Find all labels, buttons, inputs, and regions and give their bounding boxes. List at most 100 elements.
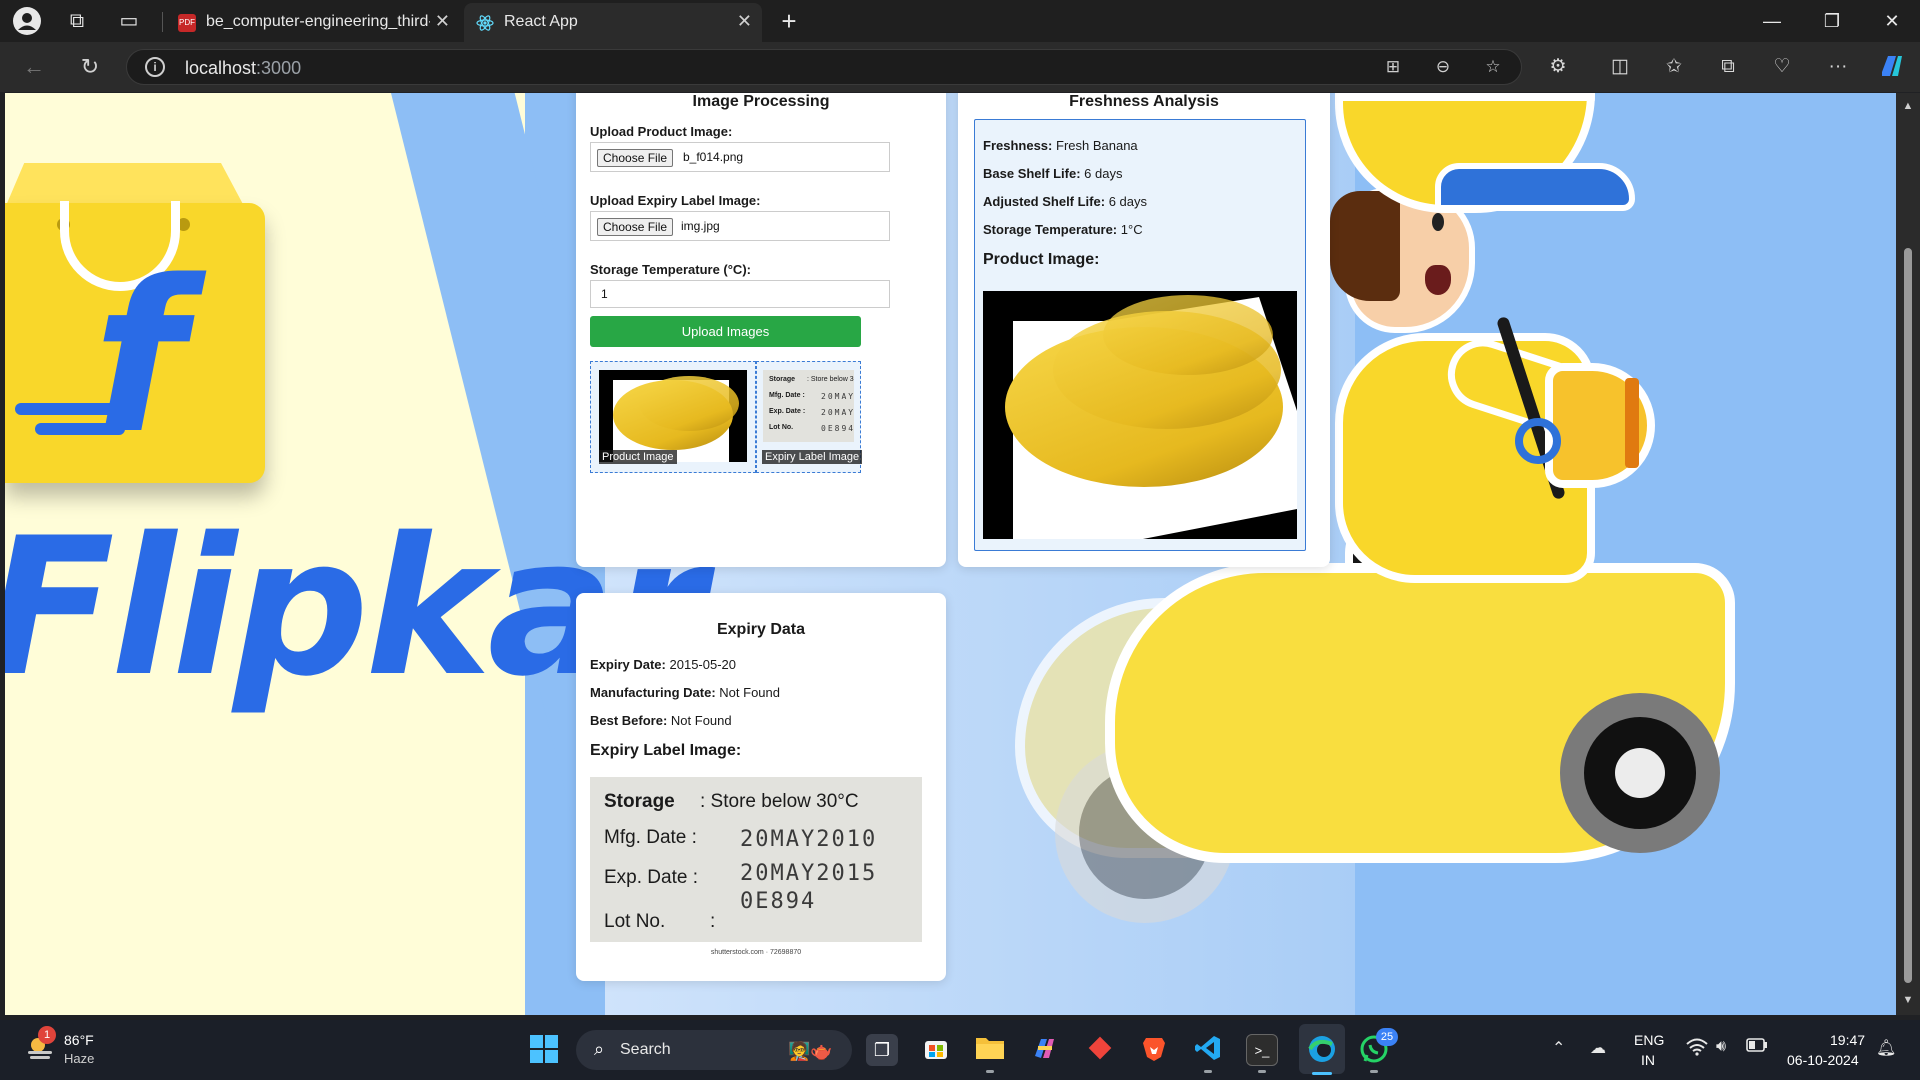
favorite-star-icon[interactable]: ☆ bbox=[1479, 55, 1507, 79]
favorites-icon[interactable]: ✩ bbox=[1656, 52, 1692, 82]
choose-file-button[interactable]: Choose File bbox=[597, 149, 674, 167]
scroll-up-icon[interactable]: ▲ bbox=[1901, 99, 1915, 113]
choose-file-button[interactable]: Choose File bbox=[597, 218, 674, 236]
app-running-indicator bbox=[1204, 1070, 1212, 1073]
scroll-thumb[interactable] bbox=[1904, 248, 1912, 983]
terminal-icon[interactable]: >_ bbox=[1246, 1034, 1278, 1066]
vscode-icon[interactable] bbox=[1192, 1034, 1224, 1066]
refresh-icon[interactable]: ↻ bbox=[72, 52, 108, 82]
wifi-icon[interactable] bbox=[1686, 1038, 1708, 1061]
clock-time[interactable]: 19:47 bbox=[1830, 1032, 1865, 1048]
tab-actions-icon[interactable]: ▭ bbox=[108, 6, 150, 36]
banana bbox=[1103, 295, 1273, 375]
expiry-preview: Storage: Store below 30°C Mfg. Date :20M… bbox=[756, 361, 863, 473]
freshness-analysis-panel: Freshness Analysis Freshness: Fresh Bana… bbox=[958, 93, 1330, 567]
windows-start-icon[interactable] bbox=[528, 1034, 560, 1066]
app-running-indicator bbox=[1258, 1070, 1266, 1073]
flipkart-logo-letter: f bbox=[93, 235, 185, 480]
close-icon[interactable]: ✕ bbox=[435, 11, 450, 32]
collections-icon[interactable]: ⧉ bbox=[1710, 52, 1746, 82]
edge-browser-icon[interactable] bbox=[1306, 1034, 1338, 1066]
search-placeholder: Search bbox=[620, 1041, 671, 1058]
rider-mouth bbox=[1425, 265, 1451, 295]
search-highlight-icon: 🧑‍🏫🫖 bbox=[788, 1041, 833, 1061]
windows-taskbar: 1 86°F Haze ⌕ Search 🧑‍🏫🫖 ❐ >_ 25 ⌃ ☁ EN… bbox=[0, 1020, 1920, 1080]
zoom-icon[interactable]: ⊖ bbox=[1429, 55, 1457, 79]
close-icon[interactable]: ✕ bbox=[737, 11, 752, 32]
brave-browser-icon[interactable] bbox=[1138, 1034, 1170, 1066]
tab-label: be_computer-engineering_third-y bbox=[206, 13, 430, 30]
site-info-icon[interactable]: i bbox=[145, 57, 165, 77]
browser-tab-bar: ⧉ ▭ PDF be_computer-engineering_third-y … bbox=[0, 0, 1920, 42]
temperature-input[interactable]: 1 bbox=[590, 280, 890, 308]
extensions-icon[interactable]: ⚙ bbox=[1540, 52, 1576, 82]
profile-icon[interactable] bbox=[6, 6, 48, 36]
active-app-indicator bbox=[1312, 1072, 1332, 1075]
restore-icon[interactable]: ❐ bbox=[1812, 8, 1852, 34]
network-off-icon[interactable]: ☁ bbox=[1590, 1038, 1606, 1058]
anydesk-icon[interactable] bbox=[1084, 1034, 1116, 1066]
taskbar-search[interactable]: ⌕ Search 🧑‍🏫🫖 bbox=[576, 1030, 852, 1070]
notification-bell-icon[interactable]: 🔔︎ bbox=[1876, 1038, 1896, 1058]
freshness-result-box: Freshness: Fresh Banana Base Shelf Life:… bbox=[974, 119, 1306, 551]
browser-nav-bar: ← ↻ i localhost:3000 ⊞ ⊖ ☆ ⚙ ◫ ✩ ⧉ ♡ ··· bbox=[0, 42, 1920, 92]
temperature-label: Storage Temperature (°C): bbox=[590, 262, 751, 277]
page-scrollbar[interactable]: ▲ ▼ bbox=[1896, 93, 1920, 1015]
manufacturing-date-line: Manufacturing Date: Not Found bbox=[590, 685, 780, 700]
adjusted-shelf-life-line: Adjusted Shelf Life: 6 days bbox=[983, 194, 1147, 209]
show-hidden-icons-icon[interactable]: ⌃ bbox=[1552, 1038, 1565, 1058]
workspaces-icon[interactable]: ⧉ bbox=[56, 6, 98, 36]
base-shelf-life-line: Base Shelf Life: 6 days bbox=[983, 166, 1123, 181]
browser-essentials-icon[interactable]: ♡ bbox=[1764, 52, 1800, 82]
search-icon: ⌕ bbox=[593, 1039, 605, 1059]
product-file-name: b_f014.png bbox=[683, 150, 744, 164]
expiry-label-image: Storage: Store below 30°C Mfg. Date :20M… bbox=[590, 777, 922, 942]
product-image bbox=[983, 291, 1297, 539]
whatsapp-badge: 25 bbox=[1376, 1028, 1398, 1046]
expiry-file-name: img.jpg bbox=[681, 219, 720, 233]
product-file-input[interactable]: Choose File b_f014.png bbox=[590, 142, 890, 172]
upload-images-button[interactable]: Upload Images bbox=[590, 316, 861, 347]
react-icon bbox=[476, 14, 494, 32]
scooter-hub bbox=[1615, 748, 1665, 798]
storage-temperature-line: Storage Temperature: 1°C bbox=[983, 222, 1143, 237]
more-icon[interactable]: ··· bbox=[1820, 52, 1856, 82]
app-running-indicator bbox=[986, 1070, 994, 1073]
file-explorer-icon[interactable] bbox=[974, 1034, 1006, 1066]
expiry-data-panel: Expiry Data Expiry Date: 2015-05-20 Manu… bbox=[576, 593, 946, 981]
weather-temperature[interactable]: 86°F bbox=[64, 1032, 94, 1048]
product-preview-image bbox=[599, 370, 747, 462]
copilot-icon[interactable] bbox=[1874, 52, 1910, 82]
microsoft-store-icon[interactable] bbox=[920, 1034, 952, 1066]
volume-icon[interactable]: 🔊︎ bbox=[1716, 1038, 1726, 1056]
rider-eye bbox=[1432, 213, 1444, 231]
back-icon[interactable]: ← bbox=[16, 52, 52, 82]
expiry-data-title: Expiry Data bbox=[716, 621, 806, 638]
battery-icon[interactable] bbox=[1746, 1038, 1768, 1057]
product-image-heading: Product Image: bbox=[983, 251, 1100, 268]
freshness-line: Freshness: Fresh Banana bbox=[983, 138, 1138, 153]
split-screen-icon[interactable]: ◫ bbox=[1602, 52, 1638, 82]
image-processing-panel: Image Processing Upload Product Image: C… bbox=[576, 93, 946, 567]
clock-date[interactable]: 06-10-2024 bbox=[1787, 1052, 1859, 1068]
language-region[interactable]: IN bbox=[1641, 1052, 1655, 1068]
image-processing-title: Image Processing bbox=[692, 93, 830, 110]
tab-react-app[interactable]: React App ✕ bbox=[464, 3, 762, 42]
language-indicator[interactable]: ENG bbox=[1634, 1032, 1664, 1048]
pdf-icon: PDF bbox=[178, 14, 196, 32]
expiry-preview-caption: Expiry Label Image bbox=[762, 450, 863, 464]
close-window-icon[interactable]: ✕ bbox=[1872, 8, 1912, 34]
new-tab-icon[interactable]: + bbox=[768, 6, 810, 36]
task-view-icon[interactable]: ❐ bbox=[866, 1034, 898, 1066]
scroll-down-icon[interactable]: ▼ bbox=[1901, 993, 1915, 1007]
url-text[interactable]: localhost:3000 bbox=[185, 58, 301, 79]
minimize-icon[interactable]: — bbox=[1752, 8, 1792, 34]
app-available-icon[interactable]: ⊞ bbox=[1379, 55, 1407, 79]
tab-divider bbox=[162, 12, 163, 32]
rider-hair bbox=[1330, 191, 1400, 301]
expiry-file-input[interactable]: Choose File img.jpg bbox=[590, 211, 890, 241]
weather-description[interactable]: Haze bbox=[64, 1051, 94, 1066]
address-bar[interactable]: i localhost:3000 ⊞ ⊖ ☆ bbox=[126, 49, 1522, 85]
copilot-app-icon[interactable] bbox=[1028, 1034, 1060, 1066]
tab-pdf[interactable]: PDF be_computer-engineering_third-y ✕ bbox=[166, 3, 460, 42]
